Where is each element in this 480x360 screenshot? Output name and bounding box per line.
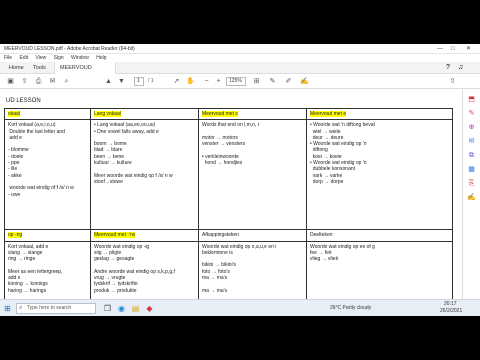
- table-row: Kort vokaal (a,e,i,o,u) Double the last …: [4, 119, 453, 231]
- email-icon[interactable]: ✉: [48, 77, 57, 86]
- table-cell: • Woorde wat 'n diftong bevat wiel → wie…: [306, 119, 453, 231]
- table-header: Meervoud met e: [306, 107, 453, 121]
- window-title: MEERVOUD LESSON.pdf - Adobe Acrobat Read…: [4, 46, 135, 52]
- maximize-icon[interactable]: □: [451, 44, 455, 54]
- table-cell: Woorde wat eindig op ee of g fee → feë v…: [306, 240, 453, 299]
- menu-window[interactable]: Window: [71, 55, 89, 61]
- organize-icon[interactable]: ▦: [467, 165, 476, 174]
- task-view-icon[interactable]: ❐: [102, 303, 113, 314]
- table-cell: Kort vokaal (a,e,i,o,u) Double the last …: [4, 119, 91, 231]
- table-row: Kort vokaal, add e slang → slange ring →…: [4, 240, 453, 299]
- weather-widget[interactable]: 26°C Partly cloudy: [330, 302, 371, 314]
- letterbox-bottom: [0, 316, 480, 360]
- comment-tool-icon[interactable]: ✉: [467, 137, 476, 146]
- zoom-select[interactable]: 125%: [226, 77, 246, 86]
- menu-file[interactable]: File: [4, 55, 12, 61]
- edit-pdf-icon[interactable]: ✎: [467, 109, 476, 118]
- plural-rules-table: okaal Lang vokaal Meervoud met s Meervou…: [4, 107, 453, 299]
- help-icon[interactable]: ?: [446, 62, 450, 74]
- tab-tools[interactable]: Tools: [28, 62, 51, 74]
- table-header: op -ng: [4, 229, 91, 242]
- pointer-icon[interactable]: ➚: [172, 77, 181, 86]
- menu-view[interactable]: View: [35, 55, 46, 61]
- letterbox-top: [0, 0, 480, 44]
- tab-document[interactable]: MEERVOUD LESS...: [54, 62, 116, 83]
- print-icon[interactable]: ⎙: [34, 77, 43, 86]
- page-total: / 1: [148, 78, 154, 84]
- fit-page-icon[interactable]: ⊞: [252, 77, 261, 86]
- highlight-icon[interactable]: ✐: [284, 77, 293, 86]
- sign-icon[interactable]: ✍: [300, 77, 309, 86]
- clock-time[interactable]: 20:17: [444, 301, 457, 308]
- screen: MEERVOUD LESSON.pdf - Adobe Acrobat Read…: [0, 0, 480, 360]
- edge-icon[interactable]: ◉: [116, 303, 127, 314]
- lesson-heading: UD LESSON: [6, 98, 41, 104]
- search-icon[interactable]: ⌕: [62, 77, 71, 86]
- search-icon: ⌕: [19, 305, 23, 311]
- table-header: Meervoud met s: [198, 107, 307, 121]
- menu-sign[interactable]: Sign: [54, 55, 64, 61]
- table-header: Afkappingsteken: [198, 229, 307, 242]
- close-icon[interactable]: ✕: [466, 44, 471, 54]
- table-cell: Woorde wat eindig op -ig siig → pligte g…: [90, 240, 199, 299]
- comment-icon[interactable]: ✎: [268, 77, 277, 86]
- table-header: Meervoud met -'ns: [90, 229, 199, 242]
- table-row: op -ng Meervoud met -'ns Afkappingsteken…: [4, 229, 453, 242]
- bell-icon[interactable]: ♫: [458, 62, 463, 74]
- table-cell: Words that end on l,m,n, r motor → motor…: [198, 119, 307, 231]
- document-page: UD LESSON okaal Lang vokaal Meervoud met…: [0, 89, 462, 299]
- table-header: Lang vokaal: [90, 107, 199, 121]
- title-bar: MEERVOUD LESSON.pdf - Adobe Acrobat Read…: [0, 44, 480, 54]
- right-tools-pane: ⬒ ✎ ⊕ ✉ ⧉ ▦ ⎘ ✍: [462, 89, 480, 299]
- export-pdf-icon[interactable]: ⬒: [467, 95, 476, 104]
- zoom-in-icon[interactable]: +: [214, 77, 223, 86]
- tab-bar: Home Tools MEERVOUD LESS... ? ♫: [0, 62, 480, 83]
- scan-icon[interactable]: ⎘: [467, 179, 476, 188]
- tab-home[interactable]: Home: [4, 62, 29, 74]
- save-icon[interactable]: ▣: [6, 77, 15, 86]
- fill-sign-icon[interactable]: ✍: [467, 193, 476, 202]
- share-icon[interactable]: ⇧: [448, 77, 457, 86]
- table-cell: Kort vokaal, add e slang → slange ring →…: [4, 240, 91, 299]
- create-pdf-icon[interactable]: ⊕: [467, 123, 476, 132]
- page-number-input[interactable]: 1: [134, 77, 144, 86]
- menu-bar: File Edit View Sign Window Help: [0, 54, 480, 62]
- toolbar: ▣ ⇪ ⎙ ✉ ⌕ ▲ ▼ 1 / 1 ➚ ✋ − + 125% ⊞ ✎ ✐ ✍…: [0, 74, 480, 89]
- file-explorer-icon[interactable]: ▤: [130, 303, 141, 314]
- upload-icon[interactable]: ⇪: [20, 77, 29, 86]
- acrobat-icon[interactable]: ◆: [144, 303, 155, 314]
- table-header: Deelteken: [306, 229, 453, 242]
- table-cell: • Lang vokaal (aa,ee,oo,uu) • Dne vowel …: [90, 119, 199, 231]
- minimize-icon[interactable]: —: [437, 44, 443, 54]
- table-cell: Woorde wat eindig op o,a,u,e en i beklem…: [198, 240, 307, 299]
- combine-icon[interactable]: ⧉: [467, 151, 476, 160]
- windows-start-icon[interactable]: ⊞: [2, 303, 13, 314]
- menu-edit[interactable]: Edit: [19, 55, 28, 61]
- hand-icon[interactable]: ✋: [186, 77, 195, 86]
- clock-date[interactable]: 26/2/2021: [440, 308, 462, 315]
- table-row: okaal Lang vokaal Meervoud met s Meervou…: [4, 107, 453, 121]
- table-header: okaal: [4, 107, 91, 121]
- zoom-out-icon[interactable]: −: [202, 77, 211, 86]
- taskbar: ⊞ ⌕ Type here to search ❐ ◉ ▤ ◆ 26°C Par…: [0, 299, 480, 316]
- taskbar-search-input[interactable]: ⌕ Type here to search: [16, 303, 96, 314]
- prev-page-icon[interactable]: ▲: [104, 77, 113, 86]
- next-page-icon[interactable]: ▼: [117, 77, 126, 86]
- menu-help[interactable]: Help: [96, 55, 106, 61]
